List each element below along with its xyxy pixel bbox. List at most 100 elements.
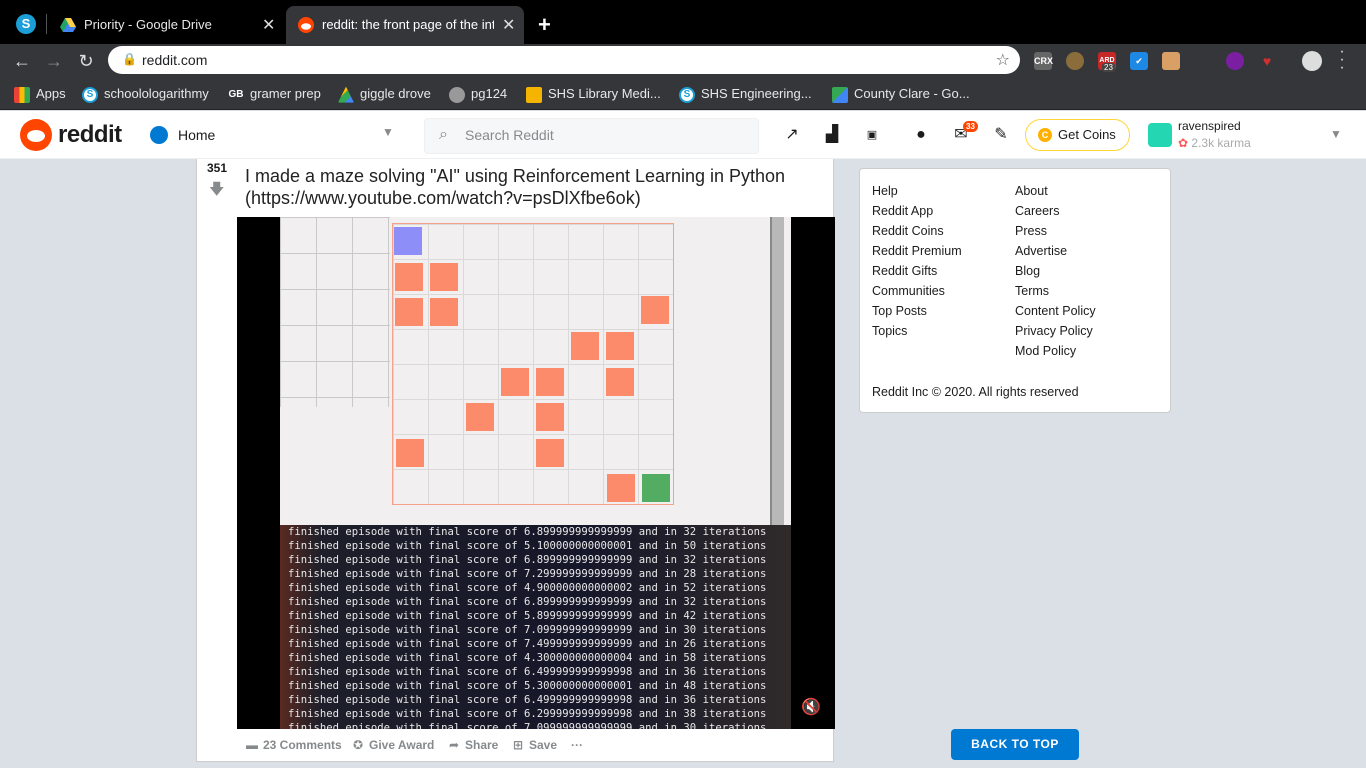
footer-link-mod-policy[interactable]: Mod Policy [1015,343,1096,363]
get-coins-label: Get Coins [1058,127,1116,142]
post-title[interactable]: I made a maze solving "AI" using Reinfor… [245,165,825,209]
share-button[interactable]: ➦ Share [447,738,498,752]
tab-title: reddit: the front page of the internet [322,17,494,32]
bookmark-label: pg124 [471,86,508,101]
get-coins-button[interactable]: C Get Coins [1025,119,1130,151]
footer-link-reddit-premium[interactable]: Reddit Premium [872,243,962,263]
footer-link-terms[interactable]: Terms [1015,283,1096,303]
owl-icon[interactable] [1066,52,1084,70]
terminal-line: finished episode with final score of 6.4… [288,666,767,678]
terminal-line: finished episode with final score of 4.9… [288,582,767,594]
footer-link-topics[interactable]: Topics [872,323,962,343]
leaderboard-icon[interactable]: ▟ [822,125,842,145]
footer-link-content-policy[interactable]: Content Policy [1015,303,1096,323]
bookmark-giggle-drove[interactable]: giggle drove [338,86,431,104]
obstacle-cell [430,298,458,326]
bookmark-apps[interactable]: Apps [14,86,66,104]
tab-google-drive[interactable]: Priority - Google Drive ✕ [48,6,284,44]
video-player[interactable]: finished episode with final score of 6.8… [237,217,835,729]
footer-link-reddit-coins[interactable]: Reddit Coins [872,223,962,243]
color-icon[interactable] [1226,52,1244,70]
chevron-down-icon: ▼ [382,125,394,139]
comments-button[interactable]: ▬ 23 Comments [245,738,342,752]
chrome-menu-icon[interactable]: · · · [1338,44,1346,76]
chrome-profile-icon[interactable] [1302,51,1322,71]
user-dropdown[interactable]: ravenspired ✿ 2.3k karma ▼ [1146,117,1346,153]
downvote-icon[interactable]: 🡇 [209,179,224,204]
vote-column: 351 🡇 [197,159,237,762]
obstacle-cell [430,263,458,291]
obstacle-cell [606,332,634,360]
obstacle-cell [536,368,564,396]
footer-link-careers[interactable]: Careers [1015,203,1096,223]
dark-icon[interactable] [1194,52,1212,70]
check-icon[interactable]: ✔ [1130,52,1148,70]
footer-links-card: Help Reddit App Reddit Coins Reddit Prem… [859,168,1171,413]
home-dropdown[interactable]: Home ▼ [146,117,396,153]
footer-link-reddit-gifts[interactable]: Reddit Gifts [872,263,962,283]
crx-icon[interactable]: CRX [1034,52,1053,70]
save-button[interactable]: ⊞ Save [511,738,557,752]
agent-cell [394,227,422,255]
search-box[interactable]: ⌕ [424,118,759,154]
mute-icon[interactable]: 🔇 [801,697,821,717]
new-tab-icon[interactable]: + [538,12,551,38]
more-options-icon[interactable]: ··· [571,738,583,752]
chat-icon[interactable]: ● [911,125,931,145]
address-bar[interactable]: 🔒 reddit.com ☆ [108,46,1020,74]
bookmark-county-clare[interactable]: County Clare - Go... [832,86,970,104]
post-card[interactable]: 351 🡇 I made a maze solving "AI" using R… [196,159,835,762]
bookmark-shs-library[interactable]: SHS Library Medi... [526,86,661,104]
bookmark-schoolologarithmy[interactable]: Sschoolologarithmy [82,86,209,104]
footer-link-reddit-app[interactable]: Reddit App [872,203,962,223]
footer-link-about[interactable]: About [1015,183,1096,203]
avatar [1148,123,1172,147]
heart-icon[interactable]: ♥ [1258,52,1276,70]
bookmark-pg124[interactable]: pg124 [449,86,507,104]
back-to-top-button[interactable]: BACK TO TOP [951,729,1079,760]
username: ravenspired [1178,119,1241,133]
footer-link-advertise[interactable]: Advertise [1015,243,1096,263]
terminal-line: finished episode with final score of 5.8… [288,610,767,622]
home-icon [150,126,168,144]
reddit-wordmark[interactable]: reddit [58,121,122,149]
tab-close-icon[interactable]: ✕ [502,15,515,35]
create-post-icon[interactable]: ✎ [991,125,1011,145]
box-icon[interactable] [1162,52,1180,70]
trending-icon[interactable]: ↗ [782,125,802,145]
browser-tab-strip: S Priority - Google Drive ✕ reddit: the … [0,0,1366,44]
bookmark-gramer-prep[interactable]: GB gramer prep [228,86,321,104]
bookmark-shs-engineering[interactable]: S SHS Engineering... [679,86,812,104]
karma-count: ✿ 2.3k karma [1178,136,1251,150]
bookmark-star-icon[interactable]: ☆ [996,50,1010,70]
terminal-line: finished episode with final score of 6.4… [288,694,767,706]
bookmark-label: Apps [36,86,66,101]
forward-arrow-icon[interactable]: → [42,49,66,73]
footer-link-blog[interactable]: Blog [1015,263,1096,283]
vote-count: 351 [206,161,228,175]
tab-close-icon[interactable]: ✕ [262,15,275,35]
profile-s-icon[interactable]: S [16,14,36,34]
obstacle-cell [466,403,494,431]
back-arrow-icon[interactable]: ← [10,49,34,73]
copyright-text: Reddit Inc © 2020. All rights reserved [872,385,1079,399]
footer-link-privacy-policy[interactable]: Privacy Policy [1015,323,1096,343]
url-text[interactable]: reddit.com [142,52,207,68]
tab-reddit[interactable]: reddit: the front page of the internet ✕ [286,6,524,44]
reload-icon[interactable]: ↻ [74,49,98,73]
terminal-line: finished episode with final score of 7.4… [288,638,767,650]
rpan-icon[interactable]: ▣ [862,125,882,145]
footer-link-help[interactable]: Help [872,183,962,203]
reddit-logo-icon[interactable] [20,119,52,151]
search-input[interactable] [465,127,745,143]
terminal-line: finished episode with final score of 7.2… [288,568,767,580]
footer-link-top-posts[interactable]: Top Posts [872,303,962,323]
footer-link-communities[interactable]: Communities [872,283,962,303]
footer-links-left: Help Reddit App Reddit Coins Reddit Prem… [872,183,962,343]
obstacle-cell [396,439,424,467]
give-award-button[interactable]: ✪ Give Award [351,738,434,752]
obstacle-cell [395,298,423,326]
footer-link-press[interactable]: Press [1015,223,1096,243]
obstacle-cell [536,439,564,467]
terminal-line: finished episode with final score of 4.3… [288,652,767,664]
